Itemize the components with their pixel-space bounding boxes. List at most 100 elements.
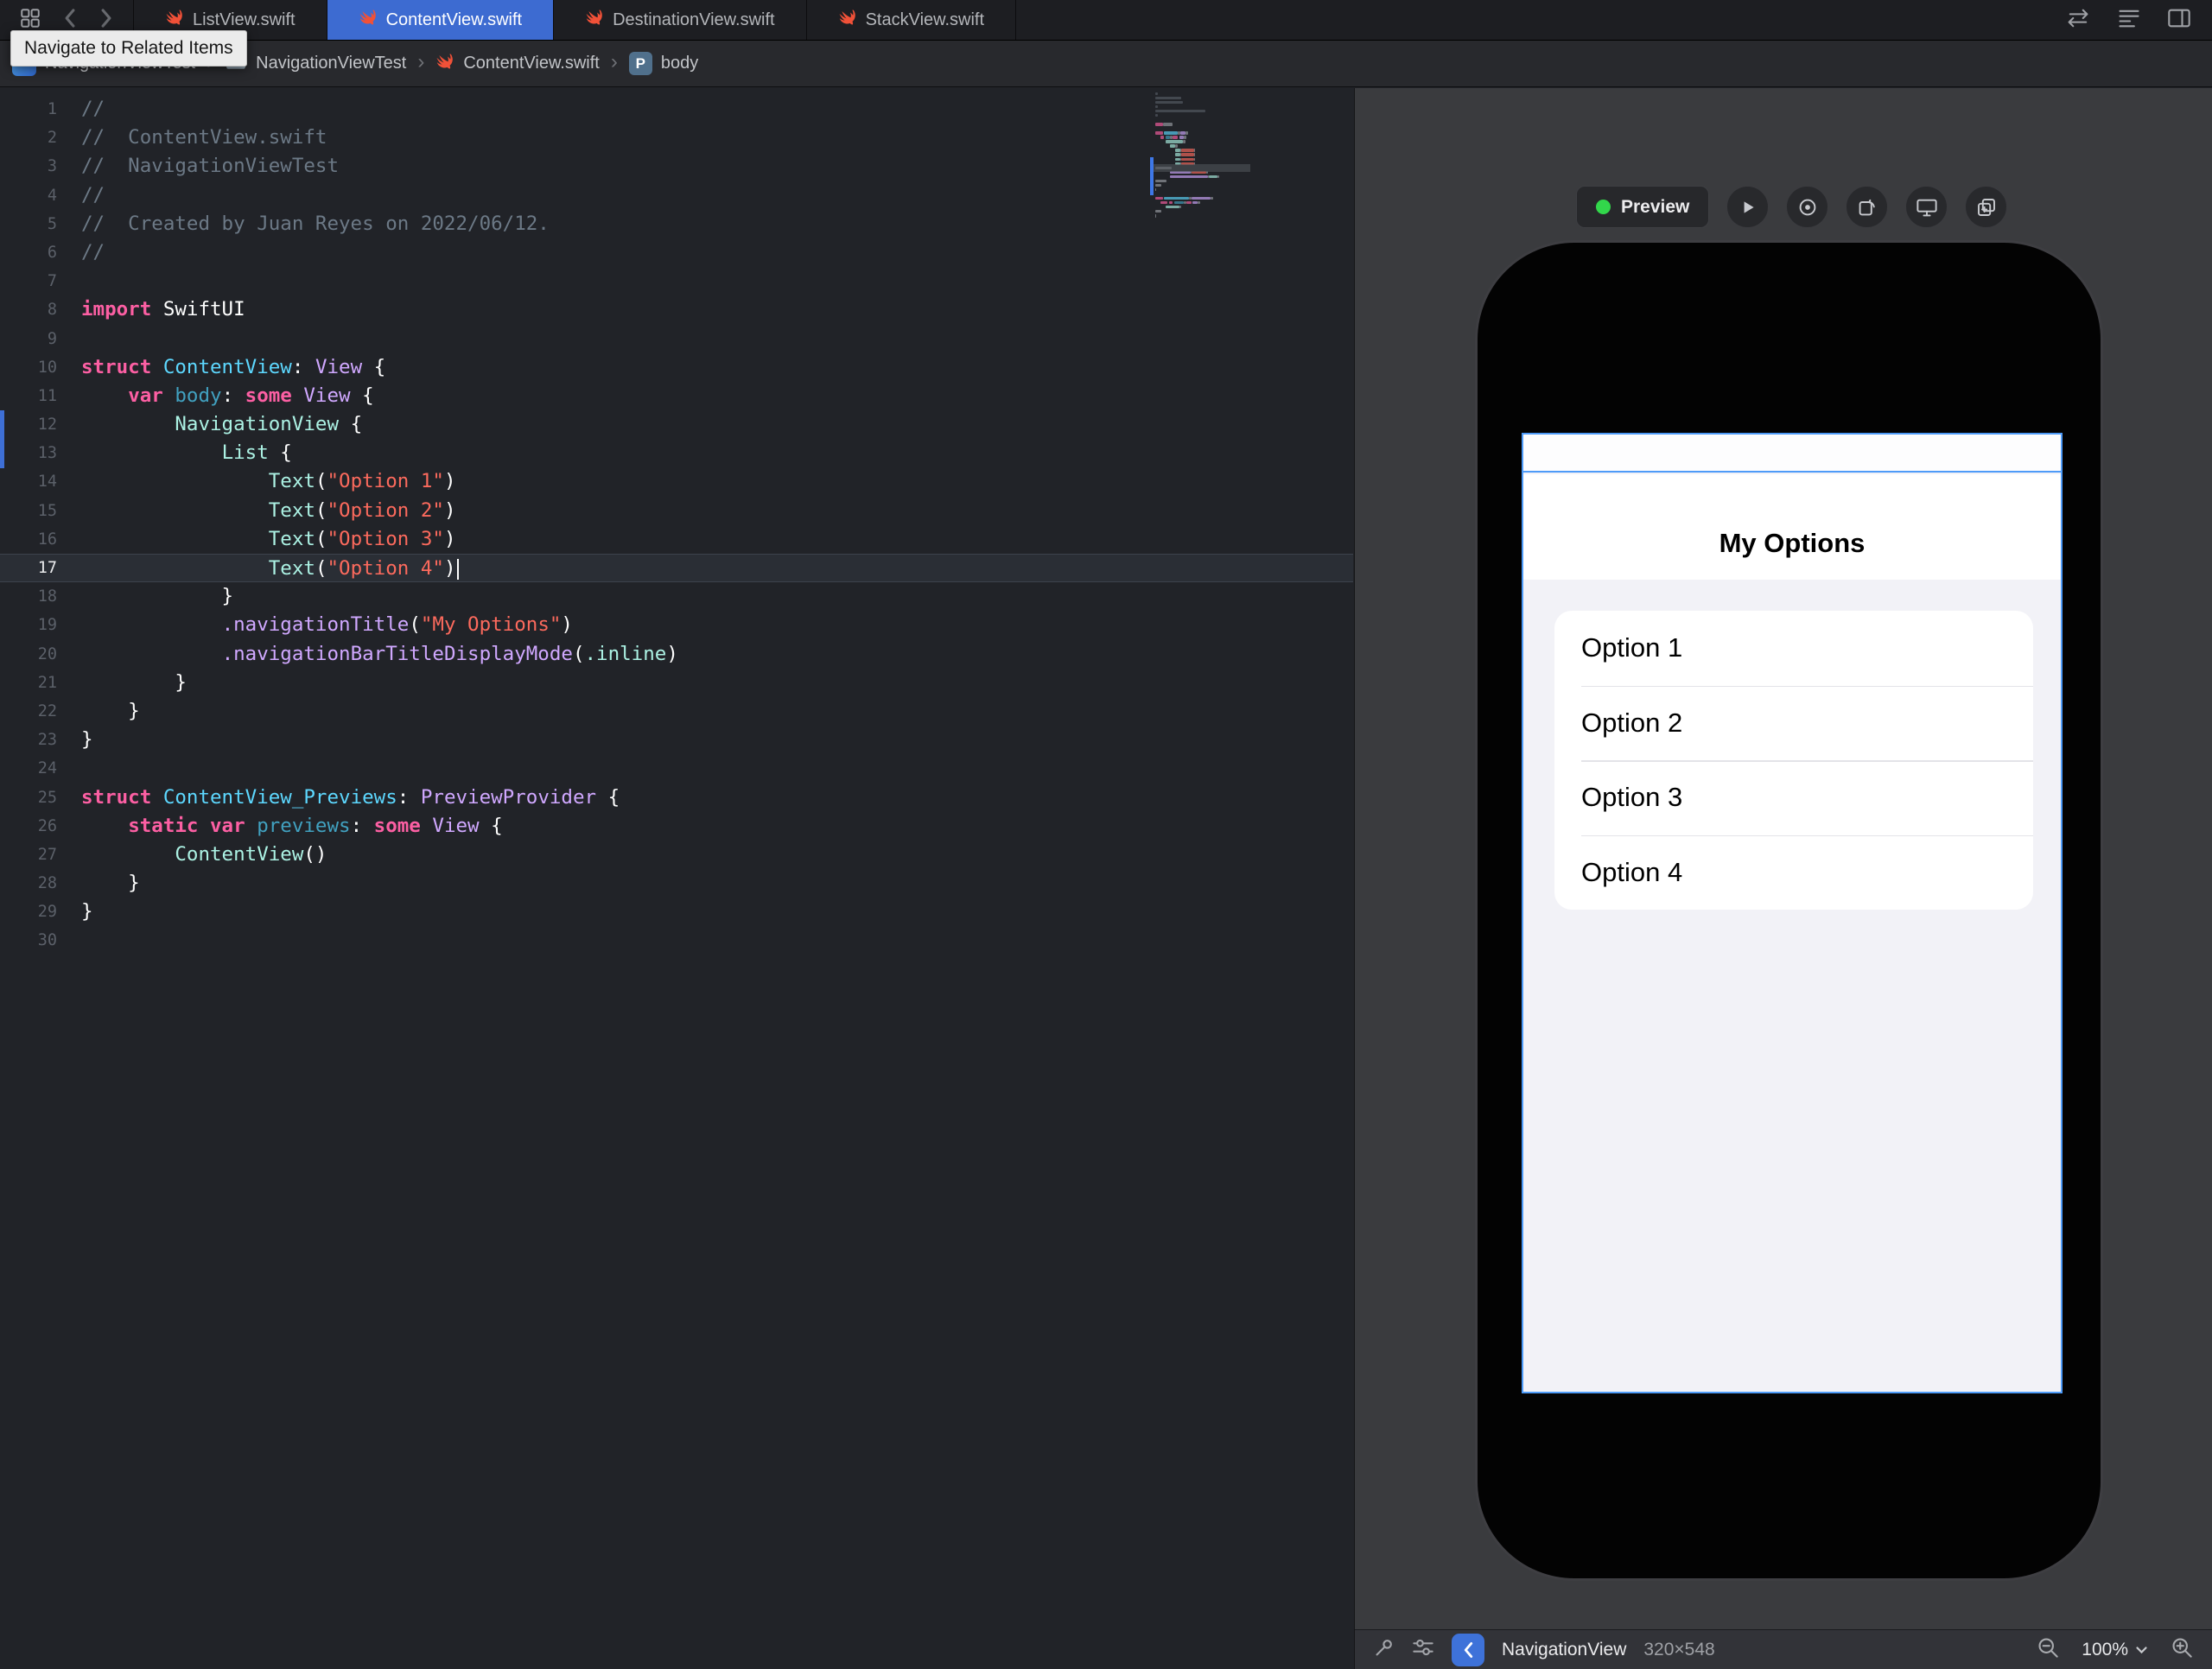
orientation-button[interactable] — [1846, 186, 1889, 228]
minimap-token — [1155, 210, 1162, 213]
code-line[interactable]: ContentView() — [0, 841, 1353, 869]
zoom-in-icon[interactable] — [2171, 1636, 2193, 1663]
code-token: View — [432, 814, 480, 837]
swap-editors-icon[interactable] — [2065, 8, 2091, 33]
code-line[interactable]: Text("Option 2") — [0, 497, 1353, 525]
code-line[interactable]: .navigationBarTitleDisplayMode(.inline) — [0, 640, 1353, 669]
code-token: ( — [315, 527, 327, 550]
live-preview-button[interactable] — [1726, 186, 1770, 228]
duplicate-preview-button[interactable] — [1965, 186, 2008, 228]
code-line[interactable]: struct ContentView: View { — [0, 353, 1353, 382]
minimap-token — [1155, 179, 1167, 183]
code-line[interactable]: Text("Option 4") — [0, 554, 1353, 583]
editor-options-icon[interactable] — [2117, 8, 2141, 33]
code-line[interactable]: Text("Option 3") — [0, 525, 1353, 554]
code-token: { — [339, 413, 363, 436]
code-line[interactable]: static var previews: some View { — [0, 812, 1353, 841]
minimap-token — [1192, 196, 1211, 200]
tab-destinationview-swift[interactable]: DestinationView.swift — [554, 0, 807, 40]
code-line[interactable] — [0, 754, 1353, 783]
code-line[interactable]: } — [0, 726, 1353, 754]
code-line[interactable] — [0, 926, 1353, 955]
code-token: // — [81, 98, 105, 120]
code-token: // ContentView.swift — [81, 126, 327, 149]
code-token: : — [291, 355, 315, 378]
code-line[interactable]: import SwiftUI — [0, 295, 1353, 324]
minimap-token — [1155, 196, 1163, 200]
code-line[interactable]: Text("Option 1") — [0, 467, 1353, 496]
preview-status-button[interactable]: Preview — [1576, 186, 1710, 228]
back-chevron-icon[interactable] — [62, 7, 78, 34]
list-item[interactable]: Option 4 — [1554, 834, 2033, 911]
code-line[interactable]: List { — [0, 439, 1353, 467]
minimap-current-line-band — [1152, 164, 1250, 172]
breadcrumb-group[interactable]: NavigationViewTest — [225, 52, 406, 76]
navigation-bar: My Options — [1523, 474, 2061, 580]
inspector-toggle-icon[interactable] — [2167, 8, 2191, 33]
tab-bar: ListView.swift ContentView.swift Destinati… — [0, 0, 2212, 41]
selected-view-chevron-button[interactable] — [1452, 1633, 1484, 1666]
minimap-token — [1179, 131, 1185, 135]
code-line[interactable]: NavigationView { — [0, 410, 1353, 439]
code-token: NavigationView — [175, 413, 340, 436]
code-line[interactable]: struct ContentView_Previews: PreviewProv… — [0, 784, 1353, 812]
breadcrumb-label: NavigationViewTest — [256, 54, 407, 73]
inspect-mode-button[interactable] — [1786, 186, 1829, 228]
code-line[interactable]: } — [0, 669, 1353, 697]
device-settings-button[interactable] — [1905, 186, 1948, 228]
minimap-line — [1155, 218, 1266, 222]
swift-file-icon — [435, 52, 454, 76]
breadcrumb-file[interactable]: ContentView.swift — [435, 52, 600, 76]
minimap-token — [1181, 153, 1194, 156]
breadcrumb-symbol[interactable]: P body — [628, 52, 698, 75]
code-line[interactable]: // — [0, 238, 1353, 267]
code-token: body — [175, 384, 222, 407]
code-line[interactable]: } — [0, 898, 1353, 926]
code-line[interactable]: // ContentView.swift — [0, 124, 1353, 152]
preview-screen[interactable]: My Options Option 1 Option 2 Option 3 Optio… — [1522, 433, 2063, 1393]
code-token: ContentView_Previews — [162, 785, 397, 809]
code-line[interactable]: .navigationTitle("My Options") — [0, 611, 1353, 639]
swift-file-icon — [165, 8, 184, 32]
tab-stackview-swift[interactable]: StackView.swift — [807, 0, 1017, 40]
canvas-settings-sliders-icon[interactable] — [1412, 1637, 1434, 1662]
code-line[interactable] — [0, 267, 1353, 295]
code-token: static — [128, 814, 199, 837]
minimap-token — [1155, 100, 1183, 105]
zoom-level-dropdown[interactable]: 100% — [2082, 1640, 2148, 1660]
minimap-token — [1181, 149, 1194, 152]
minimap-token — [1193, 157, 1196, 161]
code-line[interactable]: } — [0, 582, 1353, 611]
forward-chevron-icon[interactable] — [99, 7, 114, 34]
code-line[interactable] — [0, 325, 1353, 353]
code-line[interactable]: } — [0, 697, 1353, 726]
swift-file-icon — [838, 8, 857, 32]
code-line[interactable]: } — [0, 869, 1353, 898]
minimap-token — [1155, 110, 1205, 113]
list-item[interactable]: Option 1 — [1554, 611, 2033, 686]
tab-contentview-swift[interactable]: ContentView.swift — [327, 0, 555, 40]
minimap-token — [1184, 136, 1187, 139]
related-items-grid-icon[interactable] — [19, 7, 41, 34]
minimap-token — [1155, 123, 1163, 126]
code-token: Text — [268, 527, 315, 550]
code-line[interactable]: // — [0, 95, 1353, 124]
code-line[interactable]: // Created by Juan Reyes on 2022/06/12. — [0, 210, 1353, 238]
code-editor[interactable]: // // ContentView.swift // NavigationView T… — [0, 88, 1353, 1669]
minimap-lines — [1155, 92, 1266, 222]
list-item[interactable]: Option 3 — [1554, 760, 2033, 835]
pin-icon[interactable] — [1374, 1637, 1395, 1662]
minimap[interactable] — [1150, 92, 1266, 316]
code-token: { — [350, 384, 374, 407]
minimap-token — [1155, 187, 1157, 192]
list-item[interactable]: Option 2 — [1554, 685, 2033, 761]
minimap-token — [1164, 196, 1190, 200]
zoom-controls: 100% — [2037, 1636, 2193, 1663]
minimap-token — [1160, 201, 1168, 205]
zoom-out-icon[interactable] — [2037, 1636, 2059, 1663]
code-line[interactable]: var body: some View { — [0, 382, 1353, 410]
